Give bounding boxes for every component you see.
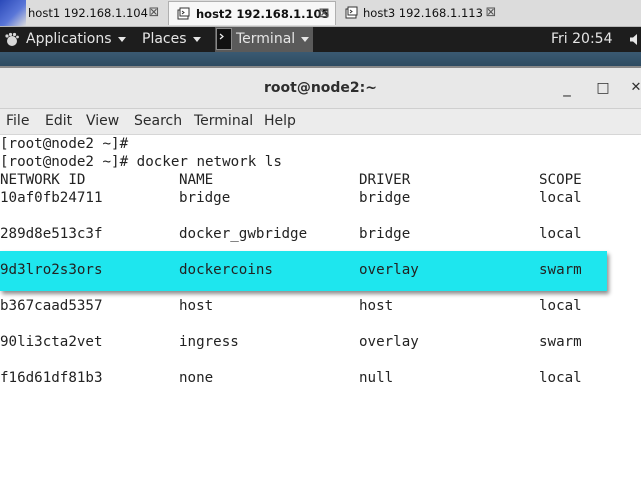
table-row: b367caad5357 host host local — [0, 297, 641, 315]
network-driver: bridge — [359, 226, 411, 242]
network-name: dockercoins — [179, 262, 273, 278]
chevron-down-icon — [301, 36, 310, 42]
tab-host3[interactable]: host3 192.168.1.113 ⊠ — [338, 1, 506, 25]
menu-view[interactable]: View — [86, 109, 119, 134]
network-name: bridge — [179, 190, 231, 206]
menubar: File Edit View Search Terminal Help — [0, 109, 641, 135]
menu-help[interactable]: Help — [264, 109, 296, 134]
chevron-down-icon — [192, 36, 201, 42]
terminal-tab-icon — [177, 7, 190, 20]
tab-host3-label: host3 192.168.1.113 — [363, 6, 483, 20]
header-driver: DRIVER — [359, 172, 411, 188]
network-id: 9d3lro2s3ors — [0, 262, 103, 278]
menu-file[interactable]: File — [6, 109, 29, 134]
applications-menu[interactable]: Applications — [26, 27, 126, 52]
network-name: ingress — [179, 334, 239, 350]
network-driver: null — [359, 370, 394, 386]
terminal-menu-label: Terminal — [236, 31, 296, 47]
network-id: 289d8e513c3f — [0, 226, 103, 242]
tab-host2[interactable]: host2 192.168.1.105 ⊠ — [168, 1, 336, 25]
places-menu-label: Places — [142, 31, 187, 47]
network-name: host — [179, 298, 214, 314]
table-row: f16d61df81b3 none null local — [0, 369, 641, 387]
clock[interactable]: Fri 20:54 — [551, 27, 612, 52]
desktop-background — [0, 52, 641, 67]
terminal-tab-icon — [345, 6, 358, 19]
chevron-down-icon — [117, 36, 126, 42]
network-id: b367caad5357 — [0, 298, 103, 314]
network-scope: swarm — [539, 262, 582, 278]
maximize-button[interactable]: □ — [593, 68, 613, 108]
tab-host1-close-icon[interactable]: ⊠ — [147, 1, 161, 25]
menu-edit[interactable]: Edit — [45, 109, 72, 134]
network-driver: overlay — [359, 334, 419, 350]
tab-host1[interactable]: host1 192.168.1.104 ⊠ — [0, 1, 166, 25]
volume-icon[interactable] — [629, 33, 641, 46]
window-title: root@node2:~ — [263, 80, 377, 96]
terminal-prompt-glyph — [219, 33, 224, 40]
menu-search[interactable]: Search — [134, 109, 182, 134]
table-row: 289d8e513c3f docker_gwbridge bridge loca… — [0, 225, 641, 243]
prompt-line: [root@node2 ~]# — [0, 136, 129, 152]
table-row-highlighted: 9d3lro2s3ors dockercoins overlay swarm — [0, 261, 641, 279]
network-scope: local — [539, 370, 582, 386]
terminal-app-icon — [216, 28, 232, 50]
tab-host3-close-icon[interactable]: ⊠ — [484, 1, 498, 25]
places-menu[interactable]: Places — [142, 27, 201, 52]
applications-menu-label: Applications — [26, 31, 112, 47]
header-scope: SCOPE — [539, 172, 582, 188]
gnome-foot-icon — [5, 32, 19, 46]
terminal-menu[interactable]: Terminal — [236, 27, 310, 52]
network-driver: host — [359, 298, 394, 314]
network-name: none — [179, 370, 214, 386]
table-row: 10af0fb24711 bridge bridge local — [0, 189, 641, 207]
terminal-output[interactable]: [root@node2 ~]# [root@node2 ~]# docker n… — [0, 135, 641, 402]
network-scope: local — [539, 226, 582, 242]
header-network-id: NETWORK ID — [0, 172, 86, 188]
tab-host1-label: host1 192.168.1.104 — [28, 6, 148, 20]
tab-host2-label: host2 192.168.1.105 — [196, 7, 330, 21]
minimize-button[interactable]: _ — [557, 68, 577, 108]
header-name: NAME — [179, 172, 214, 188]
top-panel: Applications Places Terminal Fri 20:54 — [0, 27, 641, 52]
network-id: 90li3cta2vet — [0, 334, 103, 350]
close-button[interactable]: ✕ — [626, 68, 641, 108]
network-scope: local — [539, 298, 582, 314]
menu-terminal[interactable]: Terminal — [194, 109, 253, 134]
network-name: docker_gwbridge — [179, 226, 308, 242]
network-scope: swarm — [539, 334, 582, 350]
window-titlebar[interactable]: root@node2:~ _ □ ✕ — [0, 68, 641, 109]
network-id: 10af0fb24711 — [0, 190, 103, 206]
network-scope: local — [539, 190, 582, 206]
table-row: 90li3cta2vet ingress overlay swarm — [0, 333, 641, 351]
command-line: [root@node2 ~]# docker network ls — [0, 154, 282, 170]
table-header: NETWORK ID NAME DRIVER SCOPE — [0, 171, 641, 189]
network-driver: overlay — [359, 262, 419, 278]
network-id: f16d61df81b3 — [0, 370, 103, 386]
network-driver: bridge — [359, 190, 411, 206]
host-tab-strip: host1 192.168.1.104 ⊠ host2 192.168.1.10… — [0, 0, 641, 27]
tab-host2-close-icon[interactable]: ⊠ — [317, 2, 331, 26]
